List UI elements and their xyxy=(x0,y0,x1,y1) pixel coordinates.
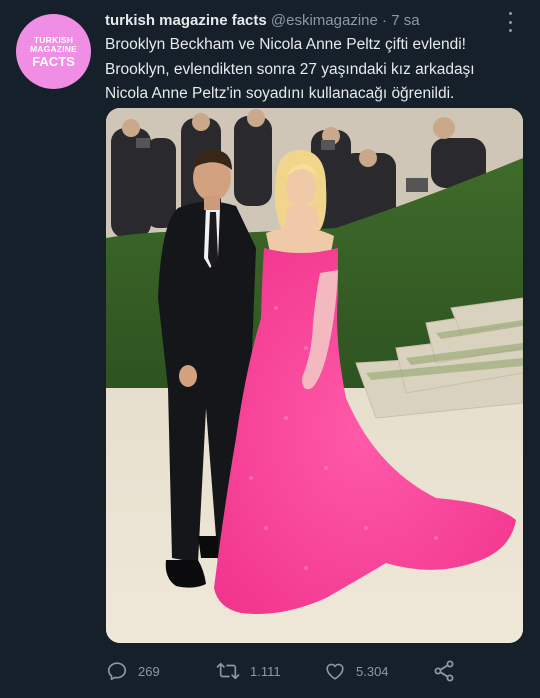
reply-icon xyxy=(107,662,127,681)
reply-count: 269 xyxy=(138,663,160,679)
tweet-actions: 269 1.111 5.304 xyxy=(106,656,526,686)
avatar-text-line1: TURKISH xyxy=(33,34,74,45)
timestamp[interactable]: 7 sa xyxy=(391,12,419,29)
avatar-text-line3: FACTS xyxy=(32,53,75,69)
display-name[interactable]: turkish magazine facts xyxy=(105,12,267,29)
tweet-text-line: Brooklyn Beckham ve Nicola Anne Peltz çi… xyxy=(105,36,466,53)
tweet-text-line: Brooklyn, evlendikten sonra 27 yaşındaki… xyxy=(105,60,475,78)
reply-button[interactable]: 269 xyxy=(106,656,160,686)
handle[interactable]: @eskimagazine xyxy=(271,12,378,29)
retweet-count: 1.111 xyxy=(250,663,281,679)
separator: · xyxy=(382,12,388,29)
like-count: 5.304 xyxy=(356,663,389,679)
avatar-text-line2: MAGAZINE xyxy=(30,44,77,54)
like-button[interactable]: 5.304 xyxy=(324,656,389,686)
share-button[interactable] xyxy=(432,656,466,686)
tweet-photo[interactable] xyxy=(106,108,523,643)
tweet-text: Brooklyn Beckham ve Nicola Anne Peltz çi… xyxy=(105,33,525,107)
tweet-text-line: Nicola Anne Peltz'in soyadını kullanacağ… xyxy=(105,85,455,102)
retweet-button[interactable]: 1.111 xyxy=(216,656,281,686)
heart-icon xyxy=(326,663,344,680)
more-icon[interactable] xyxy=(504,10,516,34)
share-icon xyxy=(434,660,454,682)
tweet-header: turkish magazine facts @eskimagazine · 7… xyxy=(105,12,500,30)
photo-illustration xyxy=(106,108,523,643)
retweet-icon xyxy=(216,662,240,680)
avatar[interactable]: TURKISH MAGAZINE FACTS xyxy=(16,14,91,89)
